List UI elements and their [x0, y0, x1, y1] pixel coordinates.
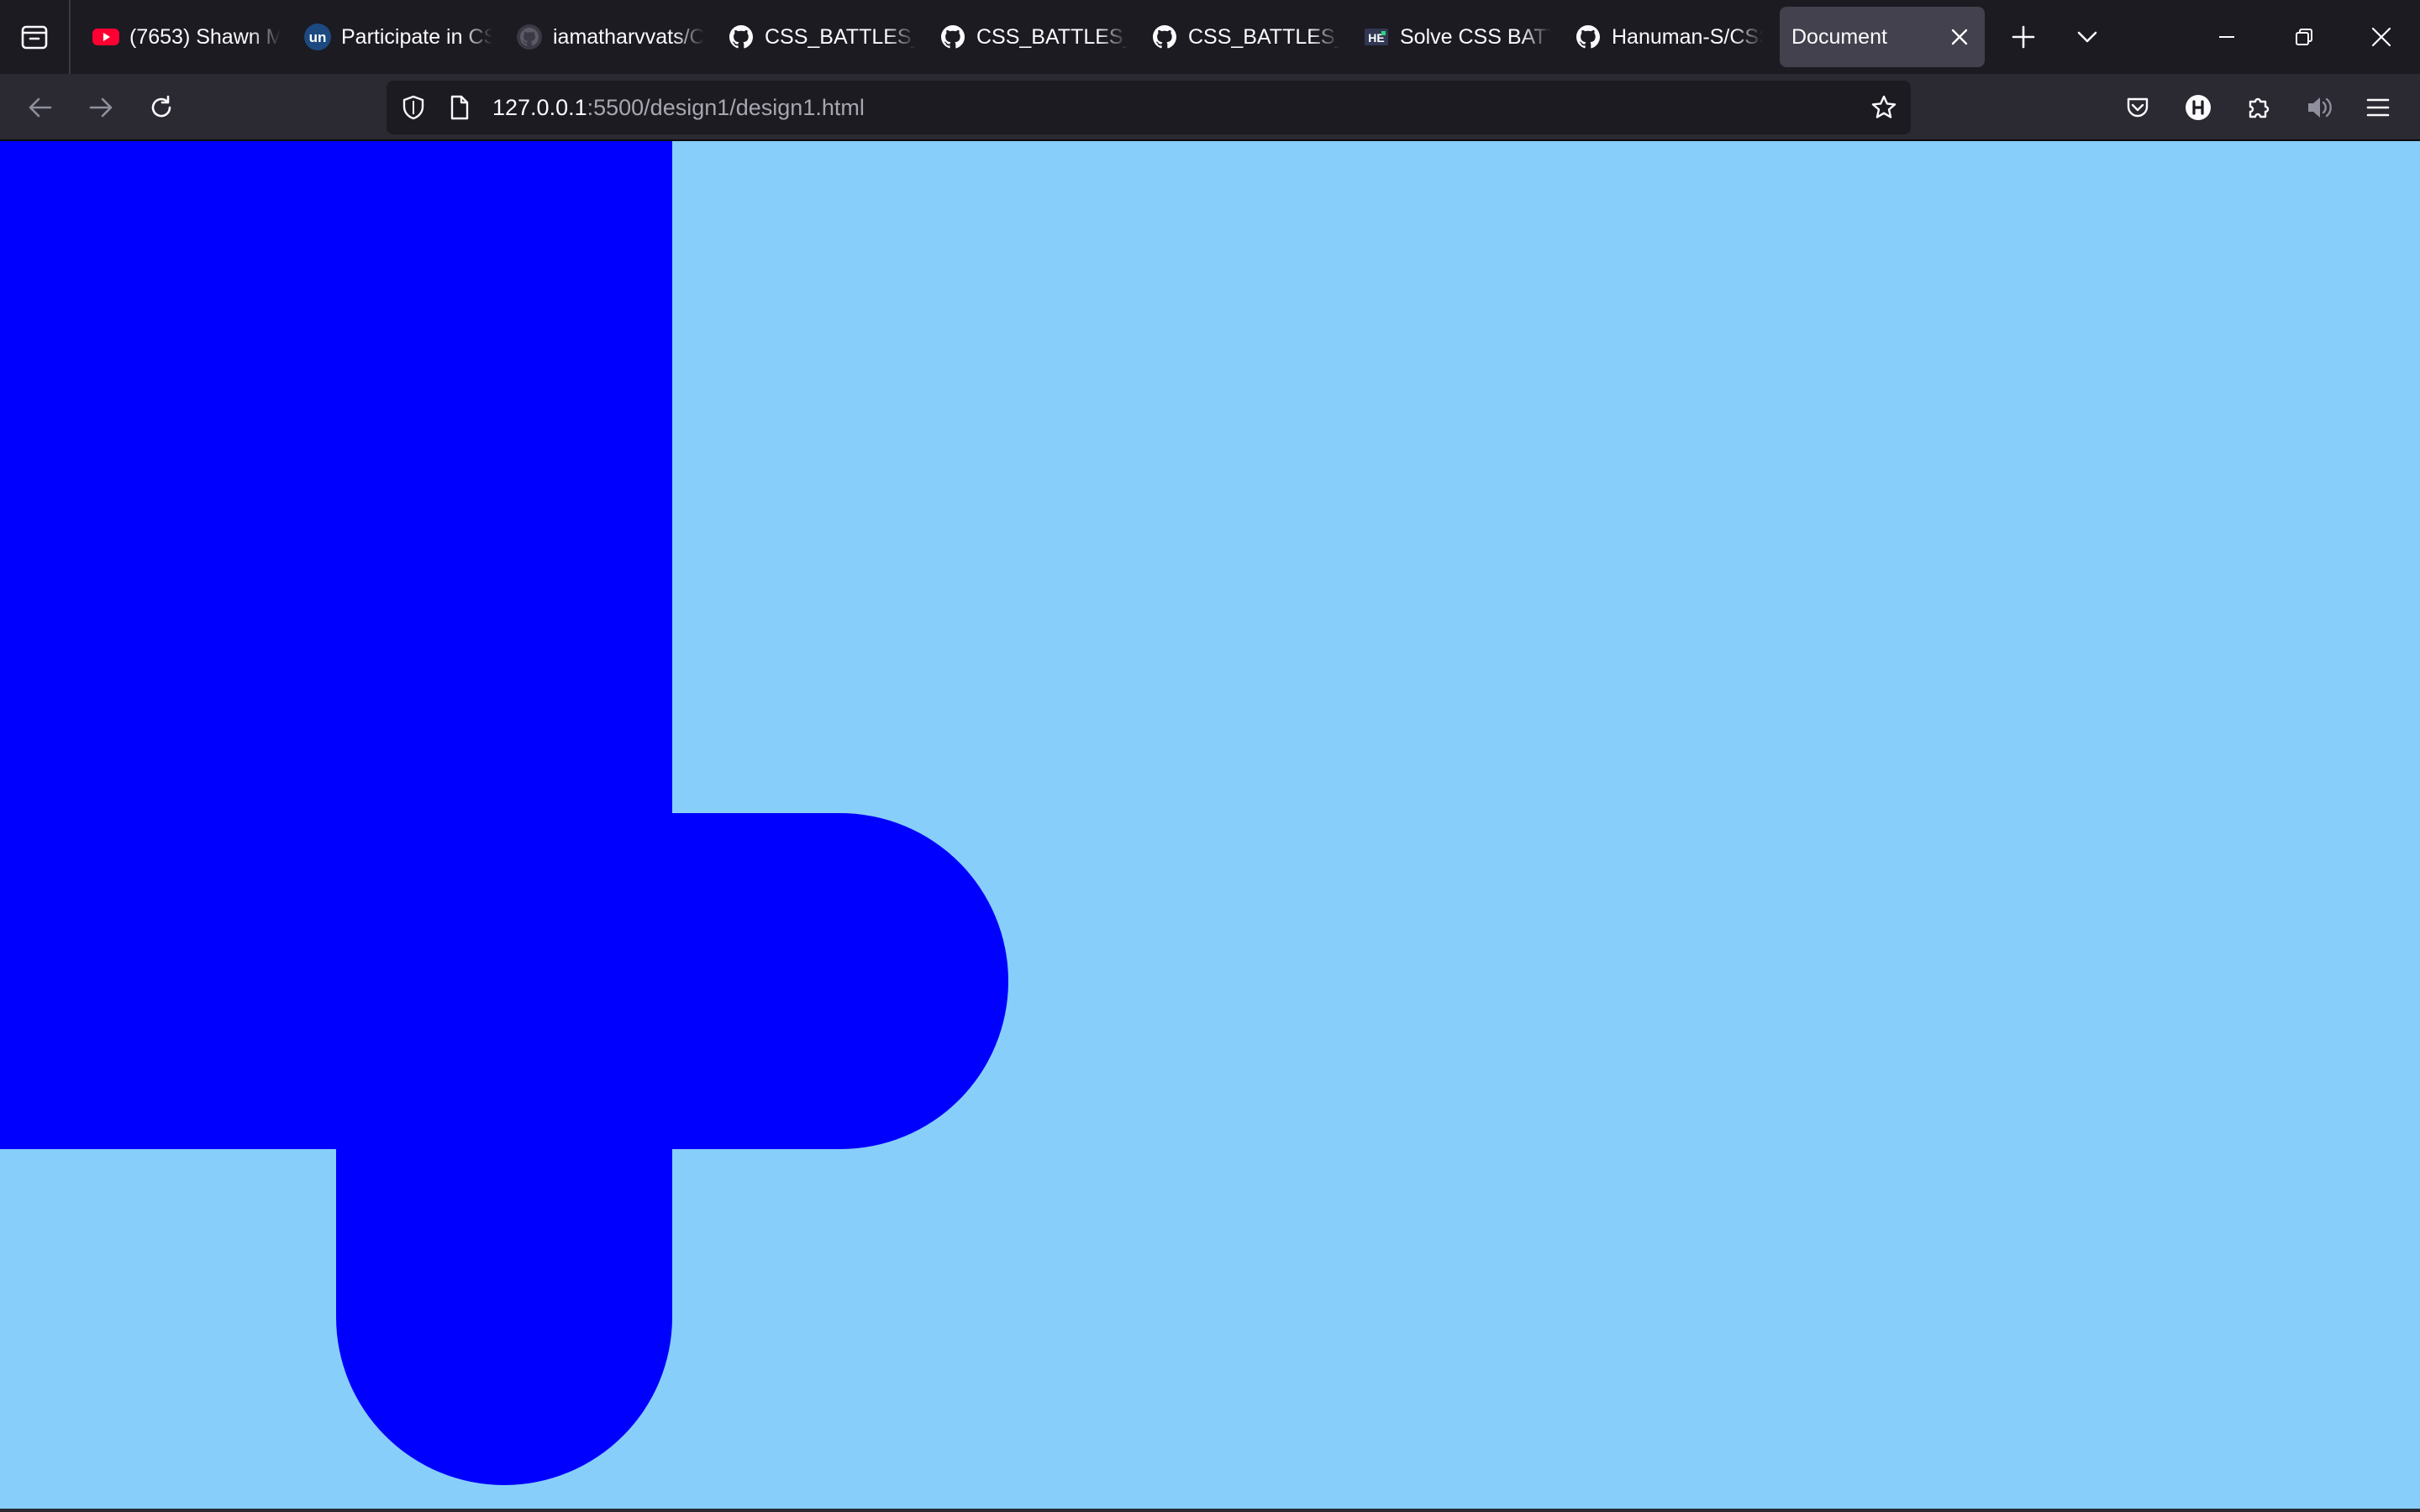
tab-hackerearth[interactable]: HE Solve CSS BATT: [1351, 7, 1563, 67]
tab-title: iamatharvvats/C: [553, 24, 704, 49]
tab-github-battles-2[interactable]: CSS_BATTLES_B: [928, 7, 1139, 67]
tab-github-repo[interactable]: iamatharvvats/C: [504, 7, 716, 67]
reload-icon: [151, 95, 171, 118]
mute-tab-button[interactable]: [2296, 84, 2343, 131]
github-icon: [728, 24, 755, 50]
reload-button[interactable]: [138, 84, 185, 131]
url-path: :5500/design1/design1.html: [587, 95, 865, 120]
github-icon: [1151, 24, 1178, 50]
app-menu-button[interactable]: [2354, 84, 2402, 131]
url-host: 127.0.0.1: [492, 95, 587, 120]
close-tab-button[interactable]: [1948, 25, 1971, 49]
blue-right-rounded-arm: [672, 813, 1008, 1149]
hamburger-menu-icon: [2366, 98, 2390, 117]
blue-square-block: [0, 141, 672, 1149]
close-icon: [1951, 29, 1968, 45]
list-all-tabs-button[interactable]: [2064, 13, 2111, 60]
github-icon: [1575, 24, 1602, 50]
bookmark-star-button[interactable]: [1870, 94, 1897, 121]
forward-arrow-icon: [89, 97, 113, 118]
minimize-icon: [2219, 36, 2234, 38]
star-icon: [1871, 95, 1897, 118]
extension-h-button[interactable]: [2175, 84, 2222, 131]
tab-unstop[interactable]: un Participate in CS: [292, 7, 504, 67]
extensions-button[interactable]: [2235, 84, 2282, 131]
tab-document-active[interactable]: Document: [1780, 7, 1985, 67]
browser-window: (7653) Shawn M un Participate in CS iama…: [0, 0, 2420, 1512]
pocket-icon: [2127, 97, 2149, 118]
pocket-button[interactable]: [2114, 84, 2161, 131]
speaker-icon: [2308, 97, 2332, 118]
tab-title: Solve CSS BATT: [1400, 24, 1551, 49]
page-viewport: [0, 141, 2420, 1512]
tab-list: (7653) Shawn M un Participate in CS iama…: [81, 7, 1985, 67]
tab-github-battles-3[interactable]: CSS_BATTLES_B: [1139, 7, 1351, 67]
close-window-button[interactable]: [2343, 0, 2420, 74]
tab-title: CSS_BATTLES_B: [1188, 24, 1339, 49]
tab-title: Hanuman-S/CSS: [1612, 24, 1763, 49]
tab-strip: (7653) Shawn M un Participate in CS iama…: [0, 0, 2420, 74]
unstop-icon: un: [304, 24, 331, 50]
tab-title: Participate in CS: [341, 24, 492, 49]
url-bar[interactable]: 127.0.0.1:5500/design1/design1.html: [387, 81, 1911, 134]
github-icon: [516, 24, 543, 50]
firefox-view-button[interactable]: [0, 0, 71, 74]
tab-github-hanuman[interactable]: Hanuman-S/CSS: [1563, 7, 1775, 67]
new-tab-button[interactable]: [2000, 13, 2047, 60]
youtube-icon: [92, 24, 119, 50]
tracking-protection-shield-icon[interactable]: [400, 94, 427, 121]
tab-title: CSS_BATTLES_B: [976, 24, 1128, 49]
minimize-button[interactable]: [2188, 0, 2265, 74]
plus-icon: [2012, 25, 2035, 49]
forward-button[interactable]: [77, 84, 124, 131]
restore-button[interactable]: [2265, 0, 2343, 74]
back-button[interactable]: [17, 84, 64, 131]
navigation-toolbar: 127.0.0.1:5500/design1/design1.html: [0, 74, 2420, 141]
url-text[interactable]: 127.0.0.1:5500/design1/design1.html: [492, 94, 865, 121]
close-icon: [2371, 27, 2391, 47]
back-arrow-icon: [29, 97, 52, 118]
firefox-view-icon: [21, 25, 48, 50]
chevron-down-icon: [2077, 31, 2097, 43]
restore-icon: [2296, 29, 2312, 45]
page-info-icon[interactable]: [445, 94, 472, 121]
tab-title: Document: [1791, 24, 1887, 49]
tab-title: (7653) Shawn M: [129, 24, 281, 49]
tab-title: CSS_BATTLES_B: [765, 24, 916, 49]
blue-bottom-rounded-arm: [336, 1149, 672, 1485]
tab-youtube[interactable]: (7653) Shawn M: [81, 7, 292, 67]
extension-h-icon: [2186, 95, 2211, 120]
window-bottom-edge: [0, 1509, 2420, 1512]
hackerearth-icon: HE: [1363, 24, 1390, 50]
github-icon: [939, 24, 966, 50]
tab-github-battles-1[interactable]: CSS_BATTLES_B: [716, 7, 928, 67]
puzzle-piece-icon: [2249, 97, 2270, 118]
unstop-logo-text: un: [309, 29, 327, 45]
